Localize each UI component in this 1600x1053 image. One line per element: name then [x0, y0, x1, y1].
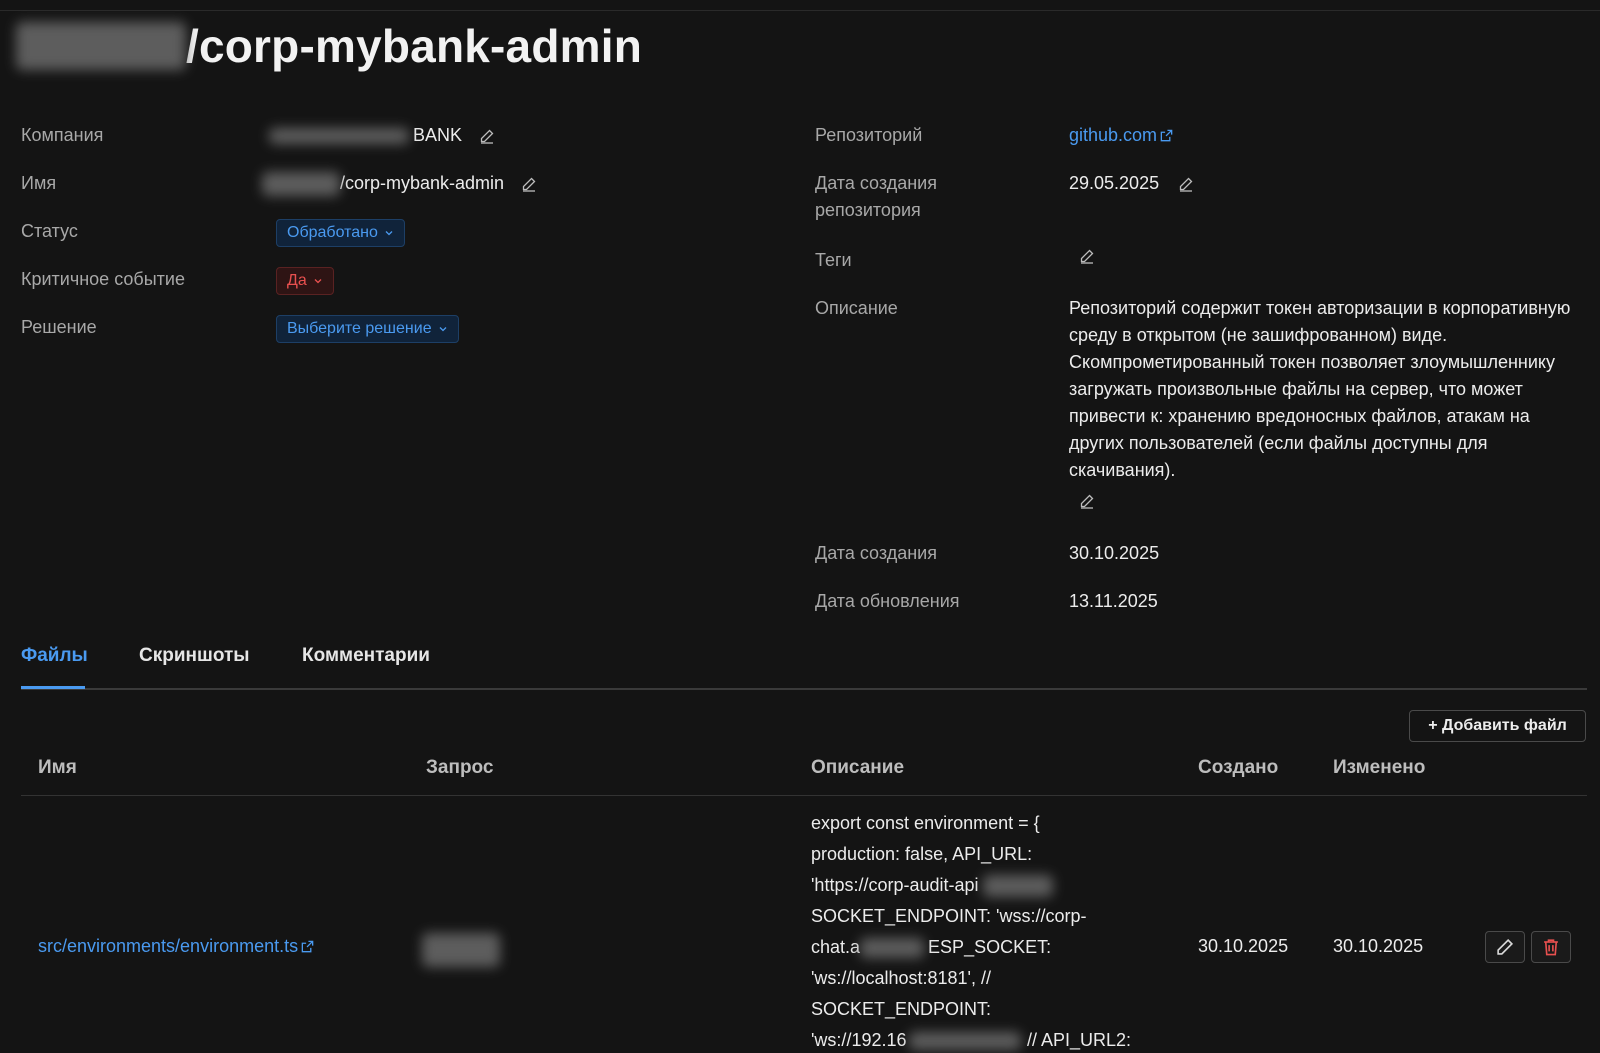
- delete-file-button[interactable]: [1531, 931, 1571, 963]
- description-line: SOCKET_ENDPOINT:: [811, 999, 992, 1019]
- description-line-text: // API_URL2:: [1026, 1030, 1131, 1050]
- redacted-text: [982, 874, 1053, 897]
- active-tab-indicator: [21, 686, 85, 689]
- repository-link[interactable]: github.com: [1069, 122, 1174, 149]
- description-value: Репозиторий содержит токен авторизации в…: [1069, 298, 1571, 480]
- decision-dropdown[interactable]: Выберите решение: [276, 315, 459, 343]
- repository-label: Репозиторий: [815, 125, 923, 145]
- status-value: Обработано: [287, 224, 378, 241]
- repo-created-label: Дата создания репозитория: [815, 170, 937, 224]
- updated-label: Дата обновления: [815, 591, 960, 611]
- add-file-button[interactable]: + Добавить файл: [1409, 710, 1586, 742]
- pencil-icon[interactable]: [1078, 492, 1096, 510]
- table-header-divider: [21, 795, 1587, 796]
- page-title: /corp-mybank-admin: [16, 18, 642, 74]
- pencil-icon[interactable]: [520, 175, 538, 193]
- critical-value: Да: [287, 272, 307, 289]
- description-line: 'ws://localhost:8181', //: [811, 968, 991, 988]
- pencil-icon[interactable]: [1177, 175, 1195, 193]
- company-label: Компания: [21, 125, 104, 145]
- chevron-down-icon: [314, 279, 322, 284]
- trash-icon: [1544, 939, 1558, 956]
- top-divider: [0, 10, 1600, 11]
- repository-link-text: github.com: [1069, 125, 1158, 145]
- name-label: Имя: [21, 173, 57, 193]
- column-header-request: Запрос: [426, 757, 494, 778]
- redacted-text: [860, 937, 925, 958]
- external-link-icon: [301, 940, 314, 953]
- tags-label: Теги: [815, 250, 852, 270]
- pencil-icon[interactable]: [1078, 247, 1096, 265]
- tab-comments[interactable]: Комментарии: [302, 644, 430, 668]
- created-value: 30.10.2025: [1069, 543, 1160, 563]
- column-header-modified: Изменено: [1333, 757, 1426, 778]
- repo-created-label-line1: Дата создания: [815, 173, 937, 193]
- repository-value: github.com: [1069, 122, 1174, 149]
- tab-bar: Файлы Скриншоты Комментарии: [21, 640, 1587, 690]
- chevron-down-icon: [385, 231, 393, 236]
- description-line-text: chat.a: [811, 937, 861, 957]
- company-value: BANK: [269, 122, 496, 149]
- tab-files[interactable]: Файлы: [21, 644, 88, 668]
- external-link-icon: [1160, 129, 1173, 142]
- edit-file-button[interactable]: [1485, 931, 1525, 963]
- name-text: /corp-mybank-admin: [340, 173, 505, 193]
- pencil-icon[interactable]: [478, 127, 496, 145]
- description-line: SOCKET_ENDPOINT: 'wss://corp-: [811, 906, 1087, 926]
- pencil-icon: [1497, 938, 1514, 955]
- description-label: Описание: [815, 298, 898, 318]
- tags-value: [1078, 247, 1096, 265]
- updated-value: 13.11.2025: [1069, 591, 1158, 611]
- name-value: /corp-mybank-admin: [262, 170, 538, 197]
- file-link[interactable]: src/environments/environment.ts: [38, 931, 315, 962]
- decision-value: Выберите решение: [287, 320, 432, 337]
- redacted-owner: [16, 22, 186, 70]
- chevron-down-icon: [439, 327, 447, 332]
- critical-dropdown[interactable]: Да: [276, 267, 334, 295]
- redacted-company: [269, 127, 409, 144]
- table-row-created: 30.10.2025: [1198, 936, 1289, 956]
- table-row-description: export const environment = { production:…: [811, 808, 1131, 1053]
- description-line: production: false, API_URL:: [811, 844, 1033, 864]
- repo-created-text: 29.05.2025: [1069, 173, 1160, 193]
- description-edit: [1078, 492, 1096, 510]
- status-label: Статус: [21, 221, 78, 241]
- critical-label: Критичное событие: [21, 269, 185, 289]
- repo-created-value: 29.05.2025: [1069, 170, 1195, 197]
- description-line: export const environment = {: [811, 813, 1040, 833]
- description-line: 'ws://192.16 // API_URL2:: [811, 1025, 1131, 1053]
- description-line: chat.a ESP_SOCKET:: [811, 932, 1131, 963]
- column-header-created: Создано: [1198, 757, 1279, 778]
- redacted-request: [422, 933, 500, 967]
- column-header-name: Имя: [38, 757, 77, 778]
- repo-created-label-line2: репозитория: [815, 200, 921, 220]
- status-dropdown[interactable]: Обработано: [276, 219, 405, 247]
- table-row-modified: 30.10.2025: [1333, 936, 1424, 956]
- tab-screenshots[interactable]: Скриншоты: [139, 644, 250, 668]
- redacted-text: [908, 1031, 1021, 1050]
- description-line-text: 'https://corp-audit-api: [811, 875, 979, 895]
- description-line-text: ESP_SOCKET:: [928, 937, 1052, 957]
- description-line: 'https://corp-audit-api: [811, 870, 1131, 901]
- file-link-text: src/environments/environment.ts: [38, 936, 299, 956]
- column-header-description: Описание: [811, 757, 905, 778]
- table-row-request: [422, 933, 500, 977]
- redacted-name: [262, 171, 340, 196]
- description-line-text: 'ws://192.16: [811, 1030, 907, 1050]
- created-label: Дата создания: [815, 543, 937, 563]
- page-title-text: /corp-mybank-admin: [186, 20, 643, 72]
- decision-label: Решение: [21, 317, 97, 337]
- table-row-file-name: src/environments/environment.ts: [38, 931, 315, 962]
- company-text: BANK: [413, 125, 463, 145]
